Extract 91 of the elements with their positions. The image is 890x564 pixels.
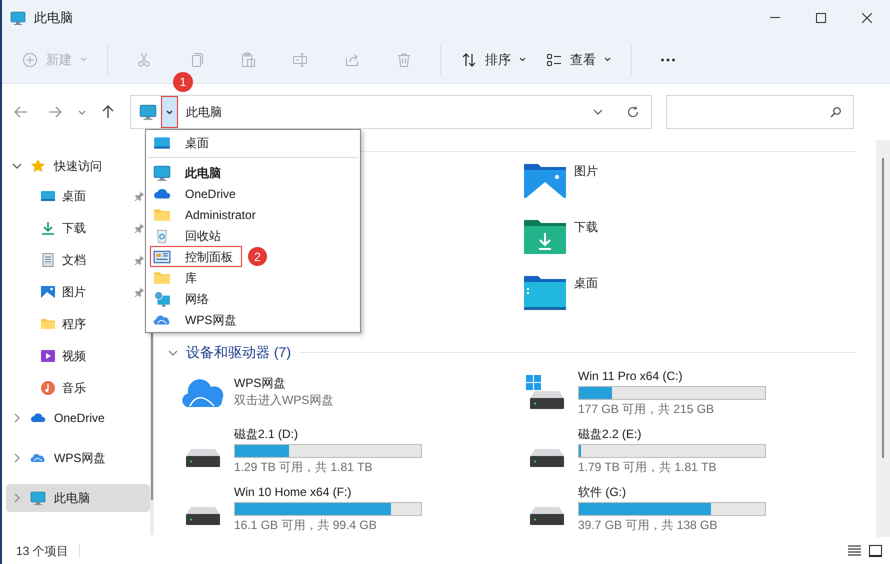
drive-name: WPS网盘: [234, 375, 286, 391]
nav-item[interactable]: OneDrive: [6, 404, 150, 432]
document-icon: [40, 252, 56, 268]
section-header[interactable]: 设备和驱动器 (7): [186, 342, 291, 363]
minimize-icon: [770, 17, 780, 19]
chevron-down-icon[interactable]: [593, 109, 603, 115]
close-icon: [862, 13, 872, 23]
picture-folder-icon: [524, 164, 566, 198]
details-view-icon[interactable]: [848, 545, 861, 556]
video-icon: [40, 348, 56, 364]
monitor-icon: [139, 103, 157, 121]
desktop-folder-icon: [524, 276, 566, 310]
menu-item[interactable]: 网络: [150, 288, 218, 309]
nav-item[interactable]: 桌面: [6, 180, 150, 212]
menu-item[interactable]: 桌面: [150, 132, 218, 153]
folder-icon: [40, 316, 56, 332]
pin-icon: [134, 287, 144, 297]
drive-name: 磁盘2.2 (E:): [578, 426, 642, 442]
download-folder-icon: [524, 220, 566, 254]
pin-icon: [134, 191, 144, 201]
nav-item[interactable]: 音乐: [6, 372, 150, 404]
chevron-down-icon[interactable]: [78, 110, 86, 114]
monitor-icon: [30, 490, 46, 506]
picture-icon: [40, 284, 56, 300]
music-icon: [40, 380, 56, 396]
nav-item[interactable]: 文档: [6, 244, 150, 276]
item-count: 13 个项目: [16, 542, 69, 560]
annotation-badge: 1: [173, 72, 193, 92]
drive-item[interactable]: WPS网盘 双击进入WPS网盘: [168, 363, 512, 421]
nav-item[interactable]: 程序: [6, 308, 150, 340]
chevron-right-icon[interactable]: [14, 493, 20, 503]
drive-item[interactable]: Win 10 Home x64 (F:) 16.1 GB 可用，共 99.4 GB: [168, 479, 512, 537]
drive-subtitle: 双击进入WPS网盘: [234, 392, 334, 409]
pin-icon: [134, 223, 144, 233]
up-icon[interactable]: [102, 105, 114, 119]
chevron-right-icon[interactable]: [14, 413, 20, 423]
star-icon: [30, 158, 46, 174]
free-space-text: 1.79 TB 可用，共 1.81 TB: [578, 460, 718, 474]
folder-item[interactable]: 桌面: [512, 276, 856, 332]
forward-icon[interactable]: [48, 106, 62, 118]
menu-item[interactable]: WPS网盘: [150, 309, 246, 330]
free-space-text: 16.1 GB 可用，共 99.4 GB: [234, 518, 378, 532]
folder-item[interactable]: 图片: [512, 164, 856, 220]
back-icon[interactable]: [14, 106, 28, 118]
nav-item[interactable]: 下载: [6, 212, 150, 244]
menu-item[interactable]: Administrator: [150, 204, 265, 225]
nav-item[interactable]: 图片: [6, 276, 150, 308]
menu-item[interactable]: OneDrive: [150, 183, 245, 204]
monitor-icon: [153, 164, 171, 182]
chevron-down-icon[interactable]: [12, 163, 22, 169]
free-space-text: 177 GB 可用，共 215 GB: [578, 402, 716, 416]
chevron-down-icon[interactable]: [168, 350, 178, 356]
location-dropdown-button[interactable]: [161, 96, 178, 128]
drive-item[interactable]: 磁盘2.1 (D:) 1.29 TB 可用，共 1.81 TB: [168, 421, 512, 479]
hard-drive-icon: [530, 449, 564, 467]
drive-name: Win 10 Home x64 (F:): [234, 484, 352, 500]
window-title: 此电脑: [34, 9, 73, 28]
free-space-text: 1.29 TB 可用，共 1.81 TB: [234, 460, 374, 474]
menu-item[interactable]: 控制面板: [150, 246, 242, 267]
drive-item[interactable]: Win 11 Pro x64 (C:) 177 GB 可用，共 215 GB: [512, 363, 856, 421]
nav-item[interactable]: 视频: [6, 340, 150, 372]
nav-item[interactable]: 快速访问: [6, 152, 150, 180]
hard-drive-icon: [186, 507, 220, 525]
search-icon: [830, 106, 841, 118]
nav-item[interactable]: 此电脑: [6, 484, 150, 512]
tiles-view-icon[interactable]: [869, 544, 882, 556]
maximize-icon: [816, 13, 826, 23]
desktop-icon: [40, 188, 56, 204]
drive-name: Win 11 Pro x64 (C:): [578, 368, 684, 384]
drive-name: 软件 (G:): [578, 484, 627, 500]
drive-name: 磁盘2.1 (D:): [234, 426, 300, 442]
folder-item[interactable]: 下载: [512, 220, 856, 276]
free-space-text: 39.7 GB 可用，共 138 GB: [578, 518, 718, 532]
network-icon: [153, 290, 171, 308]
chevron-right-icon[interactable]: [14, 453, 20, 463]
chevron-down-icon: [166, 110, 173, 114]
hard-drive-icon: [530, 507, 564, 525]
download-icon: [40, 220, 56, 236]
menu-item[interactable]: 回收站: [150, 225, 230, 246]
monitor-icon: [10, 10, 26, 26]
menu-item[interactable]: 此电脑: [150, 162, 230, 183]
search-field[interactable]: [666, 95, 854, 129]
address-path: 此电脑: [186, 104, 222, 121]
hard-drive-icon: [186, 449, 220, 467]
pin-icon: [134, 255, 144, 265]
drive-item[interactable]: 磁盘2.2 (E:) 1.79 TB 可用，共 1.81 TB: [512, 421, 856, 479]
refresh-icon[interactable]: [627, 106, 639, 118]
menu-item[interactable]: 库: [150, 267, 206, 288]
annotation-badge: 2: [248, 247, 267, 266]
nav-item[interactable]: WPS网盘: [6, 444, 150, 472]
drive-item[interactable]: 软件 (G:) 39.7 GB 可用，共 138 GB: [512, 479, 856, 537]
